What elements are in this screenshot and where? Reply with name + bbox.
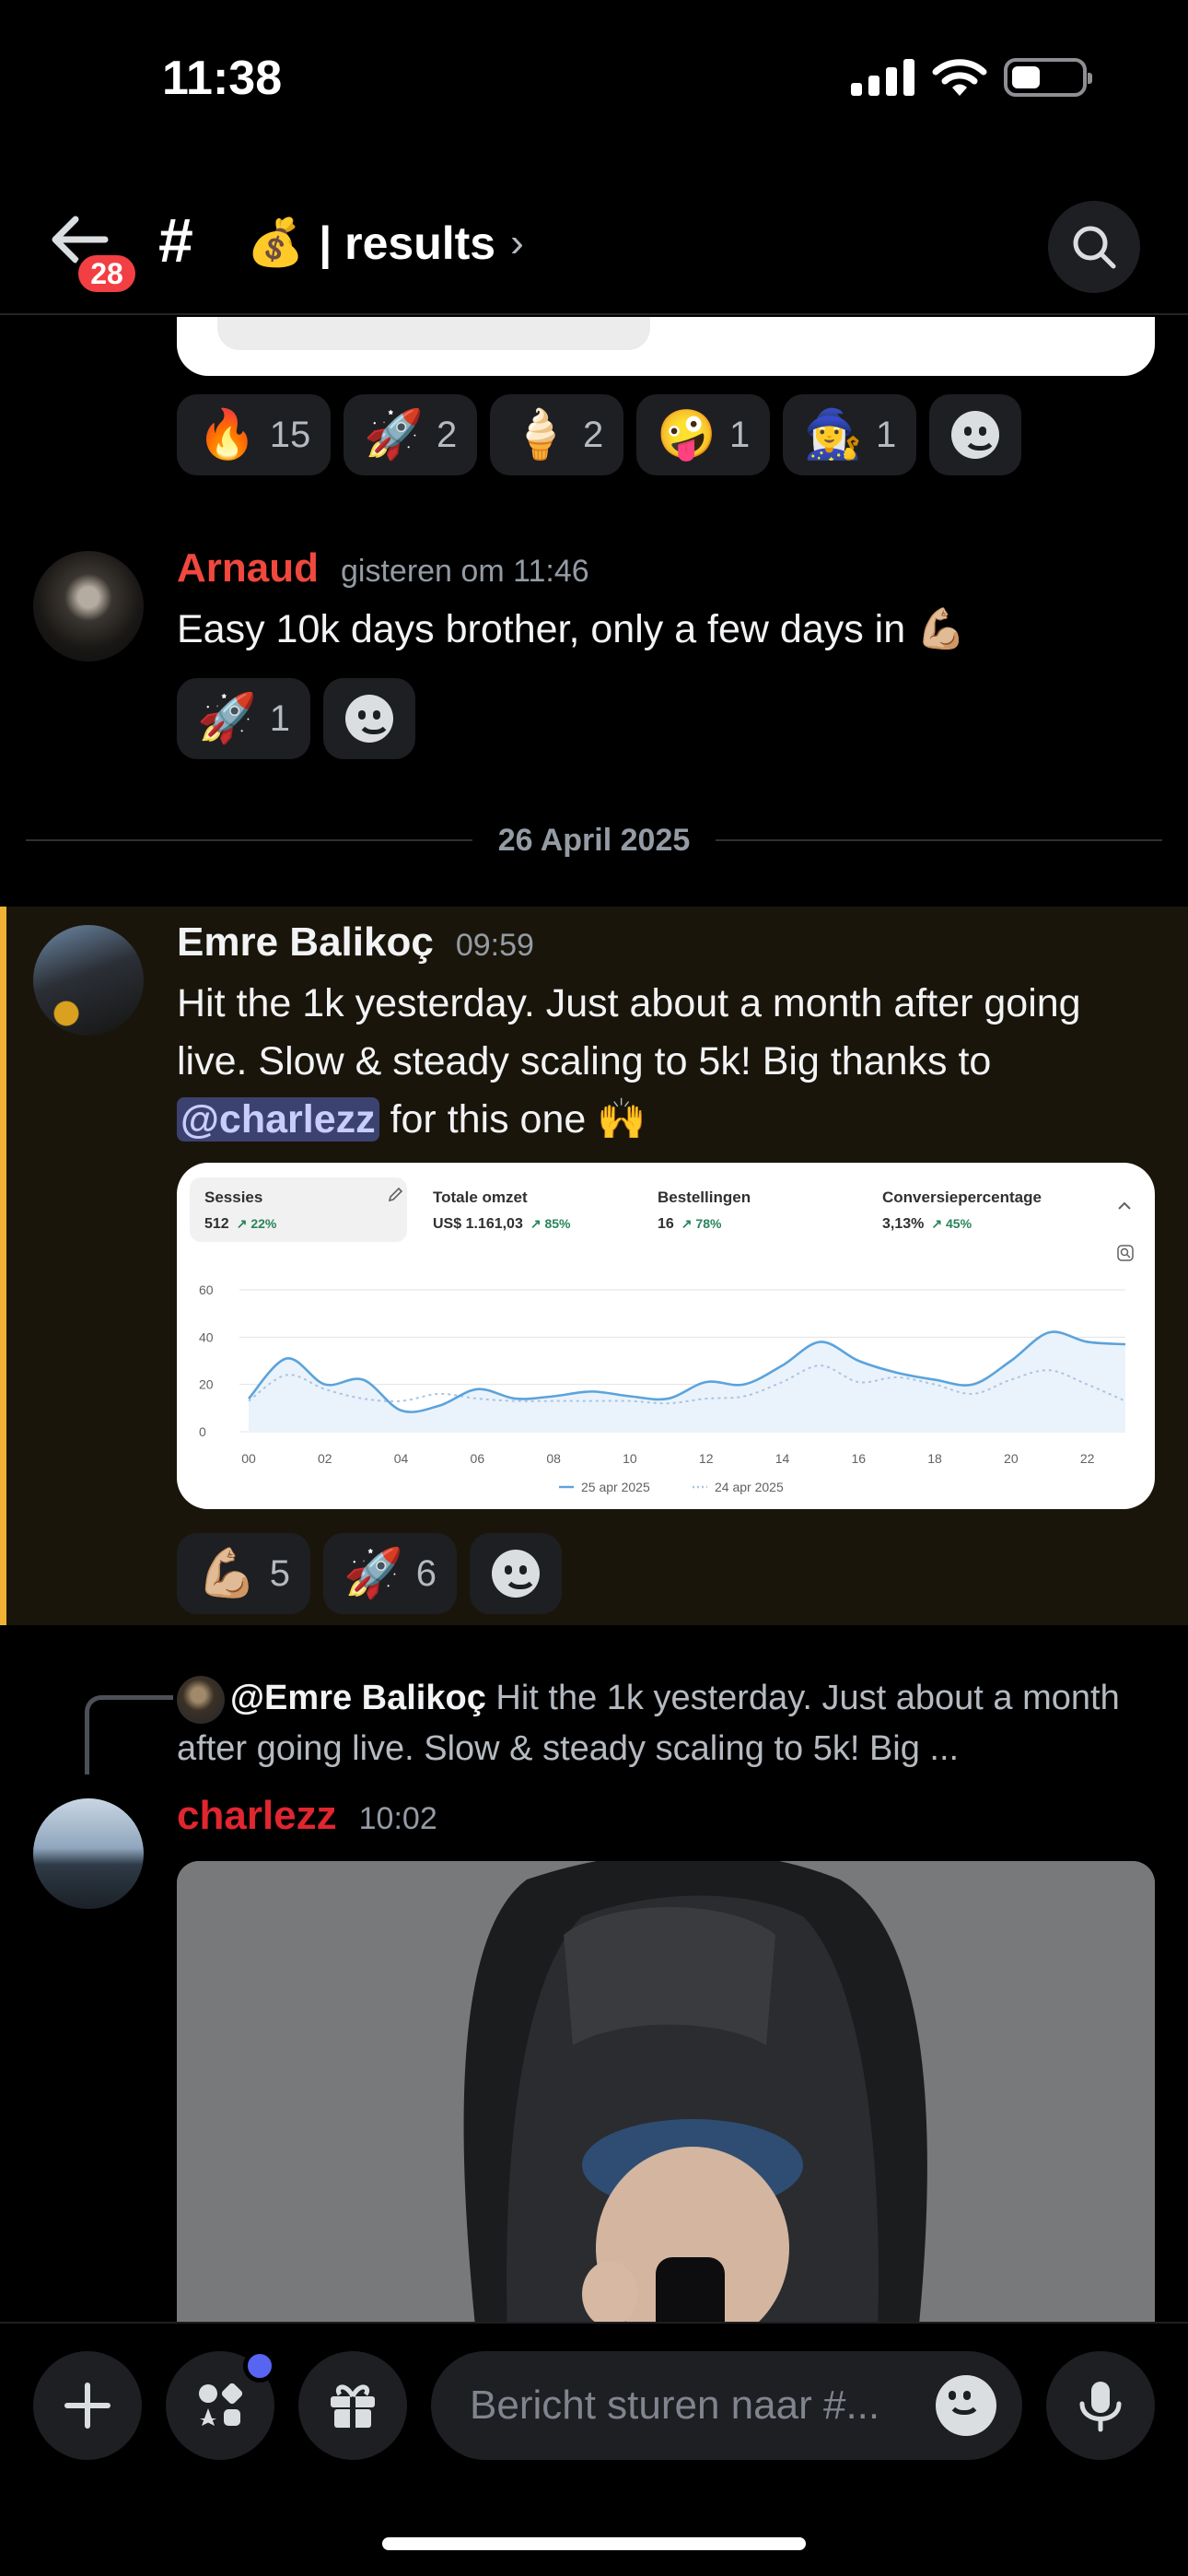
author-name[interactable]: charlezz <box>177 1793 337 1839</box>
channel-name: | results <box>319 217 496 269</box>
unread-badge: 28 <box>74 251 140 297</box>
x-tick-label: 04 <box>394 1451 409 1466</box>
author-name[interactable]: Arnaud <box>177 545 319 591</box>
metric-revenue: Totale omzet US$ 1.161,03 ↗ 85% <box>433 1188 571 1232</box>
add-reaction-button[interactable] <box>470 1533 562 1614</box>
status-time: 11:38 <box>162 52 283 105</box>
reply-connector <box>85 1695 173 1774</box>
previous-embed <box>177 317 1155 376</box>
x-tick-label: 18 <box>927 1451 942 1466</box>
series-area <box>249 1331 1125 1432</box>
avatar-arnaud[interactable] <box>33 551 144 662</box>
metric-sessions: Sessies 512 ↗ 22% <box>190 1177 407 1242</box>
message-input[interactable]: Bericht sturen naar #... <box>431 2351 1022 2460</box>
x-tick-label: 22 <box>1080 1451 1095 1466</box>
x-tick-label: 20 <box>1004 1451 1019 1466</box>
metric-orders: Bestellingen 16 ↗ 78% <box>658 1188 751 1232</box>
reaction-rocket[interactable]: 🚀 1 <box>177 678 310 759</box>
timestamp: gisteren om 11:46 <box>341 554 589 589</box>
reaction-zany-face[interactable]: 🤪 1 <box>636 394 771 475</box>
wifi-icon <box>932 59 987 96</box>
x-tick-label: 00 <box>241 1451 256 1466</box>
apps-icon <box>199 2383 243 2426</box>
chevron-up-icon <box>1118 1201 1131 1210</box>
x-tick-label: 14 <box>775 1451 790 1466</box>
reaction-flexed-biceps[interactable]: 💪🏼 5 <box>177 1533 310 1614</box>
timestamp: 09:59 <box>455 928 534 963</box>
author-name[interactable]: Emre Balikoç <box>177 919 434 966</box>
add-reaction-button[interactable] <box>323 678 415 759</box>
attach-button[interactable] <box>33 2351 142 2460</box>
y-tick-label: 0 <box>199 1424 206 1439</box>
message-header: Emre Balikoç 09:59 <box>177 919 534 966</box>
emoji-picker-icon[interactable] <box>936 2375 996 2436</box>
add-reaction-icon <box>951 411 1000 459</box>
x-tick-label: 10 <box>623 1451 637 1466</box>
status-icons <box>851 57 1092 98</box>
legend-label: 25 apr 2025 <box>581 1480 650 1494</box>
channel-title[interactable]: 💰 | results › <box>247 216 524 270</box>
avatar-emre[interactable] <box>33 925 144 1036</box>
date-divider-label: 26 April 2025 <box>497 822 691 858</box>
cellular-signal-icon <box>851 59 914 96</box>
legend-label: 24 apr 2025 <box>715 1480 784 1494</box>
gift-button[interactable] <box>298 2351 407 2460</box>
y-tick-label: 20 <box>199 1377 214 1392</box>
battery-icon <box>1004 58 1092 97</box>
x-tick-label: 16 <box>851 1451 866 1466</box>
reply-avatar <box>177 1675 225 1724</box>
reaction-fire[interactable]: 🔥 15 <box>177 394 332 475</box>
home-indicator <box>382 2537 806 2550</box>
channel-header: 28 # 💰 | results › <box>0 184 1188 315</box>
message-input-placeholder: Bericht sturen naar #... <box>470 2383 880 2428</box>
search-icon <box>1073 226 1116 269</box>
voice-message-button[interactable] <box>1046 2351 1155 2460</box>
message-text: Hit the 1k yesterday. Just about a month… <box>177 981 1081 1142</box>
y-tick-label: 40 <box>199 1329 214 1344</box>
message-header: Arnaud gisteren om 11:46 <box>177 545 589 591</box>
reply-author: @Emre Balikoç <box>230 1679 486 1717</box>
pencil-icon <box>388 1187 403 1202</box>
y-tick-label: 60 <box>199 1282 214 1297</box>
reaction-rocket[interactable]: 🚀 2 <box>344 394 478 475</box>
analytics-screenshot[interactable]: Sessies 512 ↗ 22% Totale omzet US$ 1.161,… <box>177 1163 1155 1509</box>
metric-conversion: Conversiepercentage 3,13% ↗ 45% <box>882 1188 1042 1232</box>
reply-preview[interactable]: @Emre Balikoç Hit the 1k yesterday. Just… <box>177 1673 1153 1774</box>
message-text: Easy 10k days brother, only a few days i… <box>177 607 966 651</box>
gif-image <box>177 1861 1155 2322</box>
date-divider: 26 April 2025 <box>26 822 1163 859</box>
gift-icon <box>331 2384 375 2428</box>
x-tick-label: 12 <box>699 1451 714 1466</box>
x-tick-label: 08 <box>546 1451 561 1466</box>
notification-dot <box>243 2349 276 2383</box>
channel-hash-icon: # <box>158 205 193 275</box>
chevron-right-icon: › <box>510 219 524 265</box>
reaction-rocket[interactable]: 🚀 6 <box>323 1533 457 1614</box>
user-mention[interactable]: @charlezz <box>177 1097 379 1142</box>
money-bag-emoji: 💰 <box>247 217 305 268</box>
message-header: charlezz 10:02 <box>177 1793 437 1839</box>
timestamp: 10:02 <box>358 1801 437 1836</box>
reaction-ice-cream[interactable]: 🍦 2 <box>490 394 624 475</box>
x-tick-label: 06 <box>471 1451 485 1466</box>
search-button[interactable] <box>1048 201 1140 293</box>
microphone-icon <box>1079 2382 1122 2432</box>
avatar-charlezz[interactable] <box>33 1798 144 1909</box>
reaction-bar: 💪🏼 5 🚀 6 <box>177 1533 562 1614</box>
message-composer: Bericht sturen naar #... <box>0 2322 1188 2576</box>
reaction-mage[interactable]: 🧙‍♀️ 1 <box>783 394 917 475</box>
add-reaction-icon <box>492 1550 540 1598</box>
x-tick-label: 02 <box>318 1451 332 1466</box>
sessions-line-chart: 0 20 40 60 00 02 04 06 08 10 12 14 16 18 20 22 25 apr 20… <box>199 1282 1126 1494</box>
reaction-bar: 🔥 15 🚀 2 🍦 2 🤪 1 🧙‍♀️ 1 <box>177 394 1022 475</box>
add-reaction-icon <box>345 695 393 743</box>
message-list[interactable]: 🔥 15 🚀 2 🍦 2 🤪 1 🧙‍♀️ 1 Arnaud gisteren om 11… <box>0 317 1188 2322</box>
status-bar: 11:38 <box>0 0 1188 161</box>
plus-icon <box>64 2383 111 2429</box>
gif-attachment[interactable] <box>177 1861 1155 2322</box>
add-reaction-button[interactable] <box>929 394 1022 475</box>
reaction-bar: 🚀 1 <box>177 678 415 759</box>
